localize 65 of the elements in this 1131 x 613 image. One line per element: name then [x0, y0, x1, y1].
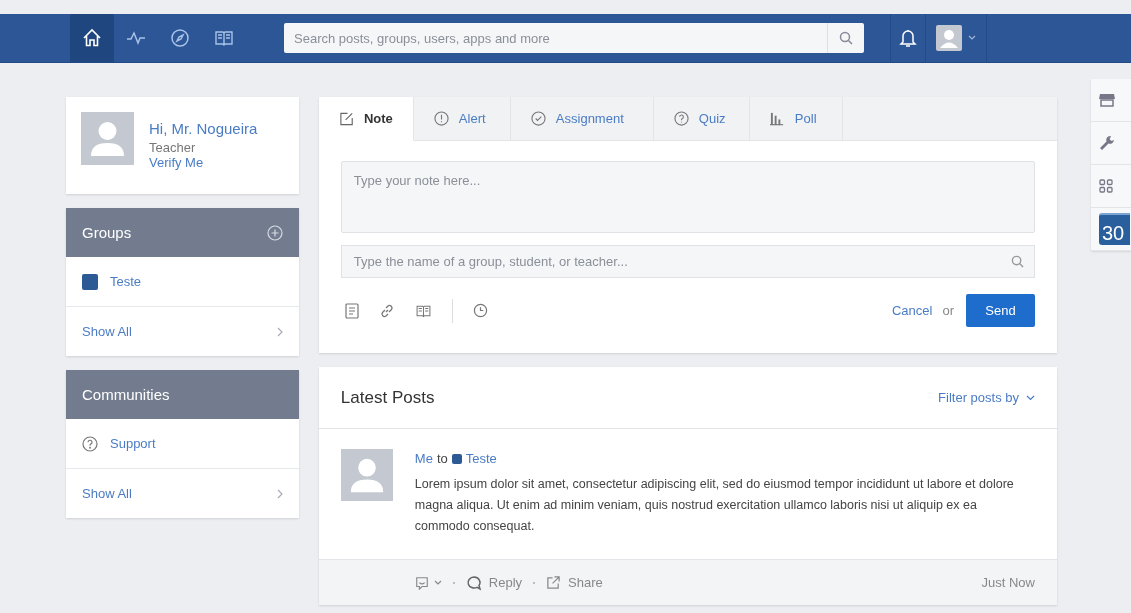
help-icon: [82, 435, 98, 452]
group-link[interactable]: Teste: [465, 451, 497, 466]
search-icon: [839, 31, 853, 45]
cancel-link[interactable]: Cancel: [891, 303, 933, 318]
composer-tab[interactable]: Quiz: [653, 97, 750, 141]
chevron-icon: [276, 488, 283, 499]
caret-icon: [968, 35, 976, 41]
avatar-icon: [340, 449, 393, 501]
post-body: Lorem ipsum dolor sit amet, consectetur adipiscing elit, sed do eiusmod tempor incididunt ut labore et dolore magna aliqua. Ut enim ad minim veniam, quis nostrud exercitation ullamco laboris nisi ut aliquip ex ea commodo consequat.: [414, 476, 1015, 535]
grid-icon[interactable]: [1099, 179, 1113, 193]
avatar-icon: [81, 112, 134, 165]
to-label: to: [436, 451, 448, 466]
link-icon[interactable]: [378, 302, 395, 319]
recipient-field[interactable]: Type the name of a group, student, or teacher...: [340, 245, 1035, 278]
community-item[interactable]: Support: [66, 419, 299, 469]
clock-icon[interactable]: [472, 303, 488, 318]
bell-icon: [899, 28, 917, 48]
show-all-link[interactable]: Show All: [66, 307, 299, 356]
send-button[interactable]: Send: [966, 294, 1035, 327]
post-time: Just Now: [981, 575, 1035, 590]
add-icon[interactable]: [266, 224, 283, 241]
alert-icon: [433, 111, 449, 126]
composer-tab[interactable]: Note: [318, 97, 414, 141]
help-icon: [673, 111, 689, 126]
avatar-icon: [936, 25, 962, 51]
composer-tab[interactable]: Poll: [749, 97, 843, 141]
store-icon[interactable]: [1099, 92, 1115, 108]
bar-chart-icon: [769, 111, 785, 126]
note-field[interactable]: Type your note here...: [340, 161, 1035, 233]
composer-tab[interactable]: Alert: [413, 97, 511, 141]
search-button[interactable]: [827, 23, 864, 53]
user-greeting: Hi, Mr. Nogueira: [149, 120, 258, 137]
search-field[interactable]: Search posts, groups, users, apps and more: [284, 23, 827, 53]
author-link[interactable]: Me: [414, 451, 433, 466]
smiley-icon: [414, 575, 429, 590]
reply-button[interactable]: Reply: [465, 574, 523, 591]
caret-icon: [433, 580, 442, 585]
notifications-button[interactable]: [890, 14, 926, 62]
share-button[interactable]: Share: [546, 575, 603, 590]
calendar-button[interactable]: 30: [1099, 213, 1131, 245]
edit-icon: [338, 110, 354, 127]
panel-title: Communities: [82, 386, 170, 403]
account-menu-button[interactable]: [936, 14, 987, 62]
group-item[interactable]: Teste: [66, 257, 299, 307]
filter-dropdown[interactable]: Filter posts by: [938, 390, 1035, 405]
compass-icon: [170, 28, 190, 48]
book-icon: [214, 28, 234, 48]
chevron-icon: [276, 326, 283, 337]
user-role: Teacher: [149, 140, 197, 155]
reaction-button[interactable]: [414, 575, 442, 590]
feed-title: Latest Posts: [340, 387, 435, 408]
wrench-icon[interactable]: [1099, 135, 1115, 151]
file-icon[interactable]: [344, 302, 359, 319]
home-icon: [82, 28, 102, 48]
caret-icon: [1026, 394, 1035, 401]
panel-title: Groups: [82, 224, 132, 241]
or-label: or: [942, 303, 954, 318]
search-icon: [1011, 255, 1024, 268]
check-circle-icon: [530, 111, 546, 126]
nav-tab[interactable]: [70, 14, 114, 62]
share-icon: [546, 575, 562, 590]
show-all-link[interactable]: Show All: [66, 469, 299, 518]
speech-bubble-icon: [465, 574, 482, 591]
verify-link[interactable]: Verify Me: [149, 155, 258, 170]
composer-tab[interactable]: Assignment: [510, 97, 654, 141]
